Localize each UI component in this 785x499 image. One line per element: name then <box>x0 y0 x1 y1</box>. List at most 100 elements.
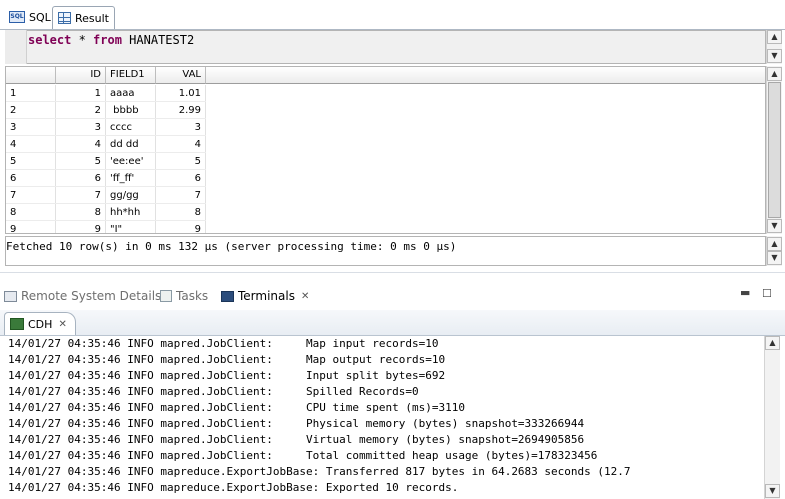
sql-editor-gutter <box>5 30 27 64</box>
cell-field1[interactable]: 'ff_ff' <box>106 170 156 187</box>
terminal-line: 14/01/27 04:35:46 INFO mapred.JobClient:… <box>8 433 585 446</box>
terminal-line: 14/01/27 04:35:46 INFO mapred.JobClient:… <box>8 417 585 430</box>
terminal-tab-bar <box>0 310 785 336</box>
column-header-rownum[interactable] <box>6 67 56 84</box>
terminal-icon <box>221 290 234 302</box>
cell-id[interactable]: 3 <box>56 119 106 136</box>
cell-id[interactable]: 6 <box>56 170 106 187</box>
scroll-up-arrow-icon[interactable]: ▲ <box>767 30 782 44</box>
scroll-down-arrow-icon[interactable]: ▼ <box>767 49 782 63</box>
tab-result[interactable]: Result <box>52 6 115 29</box>
scroll-thumb[interactable] <box>768 82 781 218</box>
cell-field1[interactable]: 'ee:ee' <box>106 153 156 170</box>
cell-field1[interactable]: bbbb <box>106 102 156 119</box>
tab-remote-system-details[interactable]: Remote System Details <box>4 284 161 308</box>
scroll-up-arrow-icon[interactable]: ▲ <box>765 336 780 350</box>
maximize-icon[interactable]: ☐ <box>762 287 772 300</box>
cell-rownum[interactable]: 6 <box>6 170 56 187</box>
sql-statement: select * from HANATEST2 <box>28 33 194 47</box>
terminal-line: 14/01/27 04:35:46 INFO mapred.JobClient:… <box>8 449 598 462</box>
view-tab-bar: Remote System Details Tasks Terminals ✕ … <box>0 284 785 308</box>
cell-rownum[interactable]: 3 <box>6 119 56 136</box>
sql-table-name: HANATEST2 <box>121 33 195 47</box>
table-row[interactable]: 22 bbbb 2.99 <box>6 102 206 119</box>
tab-cdh[interactable]: CDH ✕ <box>4 312 76 335</box>
scroll-down-arrow-icon[interactable]: ▼ <box>767 219 782 233</box>
close-icon[interactable]: ✕ <box>301 291 309 302</box>
cell-rownum[interactable]: 2 <box>6 102 56 119</box>
cell-id[interactable]: 7 <box>56 187 106 204</box>
terminal-line: 14/01/27 04:35:46 INFO mapred.JobClient:… <box>8 401 465 414</box>
cell-val[interactable]: 8 <box>156 204 206 221</box>
result-scrollbar[interactable]: ▲ ▼ <box>766 66 782 234</box>
table-row[interactable]: 7 7 gg/gg 7 <box>6 187 206 204</box>
table-row[interactable]: 9 9 "I" 9 <box>6 221 206 233</box>
cell-id[interactable]: 2 <box>56 102 106 119</box>
cell-rownum[interactable]: 4 <box>6 136 56 153</box>
remote-system-icon <box>4 290 17 302</box>
scroll-down-arrow-icon[interactable]: ▼ <box>765 484 780 498</box>
tab-result-label: Result <box>75 11 109 25</box>
column-header-id[interactable]: ID <box>56 67 106 84</box>
scroll-down-arrow-icon[interactable]: ▼ <box>767 251 782 265</box>
terminal-scrollbar[interactable]: ▲ ▼ <box>764 336 780 499</box>
sql-keyword-from: from <box>93 33 122 47</box>
connection-icon <box>10 318 24 330</box>
table-row[interactable]: 5 5'ee:ee' 5 <box>6 153 206 170</box>
cell-id[interactable]: 1 <box>56 85 106 102</box>
cell-val[interactable]: 1.01 <box>156 85 206 102</box>
cell-val[interactable]: 4 <box>156 136 206 153</box>
cell-val[interactable]: 9 <box>156 221 206 233</box>
cell-id[interactable]: 4 <box>56 136 106 153</box>
terminal-output[interactable]: 14/01/27 04:35:46 INFO mapred.JobClient:… <box>0 336 785 499</box>
terminal-line: 14/01/27 04:35:46 INFO mapred.JobClient:… <box>8 353 446 366</box>
pane-divider <box>0 272 785 273</box>
sql-keyword-select: select <box>28 33 72 47</box>
editor-tab-bar: SQL SQL Result <box>0 0 785 30</box>
column-header-val[interactable]: VAL <box>156 67 206 84</box>
tab-remote-system-details-label: Remote System Details <box>21 289 162 303</box>
minimize-icon[interactable]: ▬ <box>740 286 750 299</box>
table-row[interactable]: 4 4 dd dd 4 <box>6 136 206 153</box>
table-row[interactable]: 8 8 hh*hh 8 <box>6 204 206 221</box>
cell-val[interactable]: 3 <box>156 119 206 136</box>
cell-field1[interactable]: aaaa <box>106 85 156 102</box>
scroll-up-arrow-icon[interactable]: ▲ <box>767 237 782 251</box>
cell-id[interactable]: 9 <box>56 221 106 233</box>
cell-id[interactable]: 5 <box>56 153 106 170</box>
cell-val[interactable]: 7 <box>156 187 206 204</box>
tab-tasks-label: Tasks <box>176 289 209 303</box>
terminal-line: 14/01/27 04:35:46 INFO mapred.JobClient:… <box>8 385 419 398</box>
status-scrollbar[interactable]: ▲ ▼ <box>766 236 782 266</box>
cell-val[interactable]: 2.99 <box>156 102 206 119</box>
terminal-line: 14/01/27 04:35:46 INFO mapreduce.ExportJ… <box>8 481 459 494</box>
cell-rownum[interactable]: 8 <box>6 204 56 221</box>
cell-rownum[interactable]: 7 <box>6 187 56 204</box>
close-icon[interactable]: ✕ <box>58 319 66 330</box>
cell-field1[interactable]: "I" <box>106 221 156 233</box>
cell-field1[interactable]: dd dd <box>106 136 156 153</box>
column-header-filler <box>206 67 765 84</box>
table-row[interactable]: 1 1 aaaa 1.01 <box>6 85 206 102</box>
sql-star: * <box>71 33 94 47</box>
cell-id[interactable]: 8 <box>56 204 106 221</box>
cell-field1[interactable]: hh*hh <box>106 204 156 221</box>
cell-field1[interactable]: cccc <box>106 119 156 136</box>
cell-rownum[interactable]: 9 <box>6 221 56 233</box>
cell-val[interactable]: 6 <box>156 170 206 187</box>
scroll-up-arrow-icon[interactable]: ▲ <box>767 67 782 81</box>
table-row[interactable]: 3 3 cccc 3 <box>6 119 206 136</box>
fetch-status-text: Fetched 10 row(s) in 0 ms 132 µs (server… <box>6 240 457 253</box>
sql-scrollbar[interactable]: ▲ ▼ <box>766 30 782 64</box>
column-header-field1[interactable]: FIELD1 <box>106 67 156 84</box>
cell-rownum[interactable]: 5 <box>6 153 56 170</box>
cell-field1[interactable]: gg/gg <box>106 187 156 204</box>
tab-terminals[interactable]: Terminals ✕ <box>221 284 309 308</box>
table-row[interactable]: 6 6'ff_ff' 6 <box>6 170 206 187</box>
cell-val[interactable]: 5 <box>156 153 206 170</box>
tasks-icon <box>160 290 172 302</box>
cell-rownum[interactable]: 1 <box>6 85 56 102</box>
tab-sql[interactable]: SQL SQL <box>4 6 56 28</box>
terminal-line: 14/01/27 04:35:46 INFO mapred.JobClient:… <box>8 369 446 382</box>
tab-tasks[interactable]: Tasks <box>160 284 208 308</box>
